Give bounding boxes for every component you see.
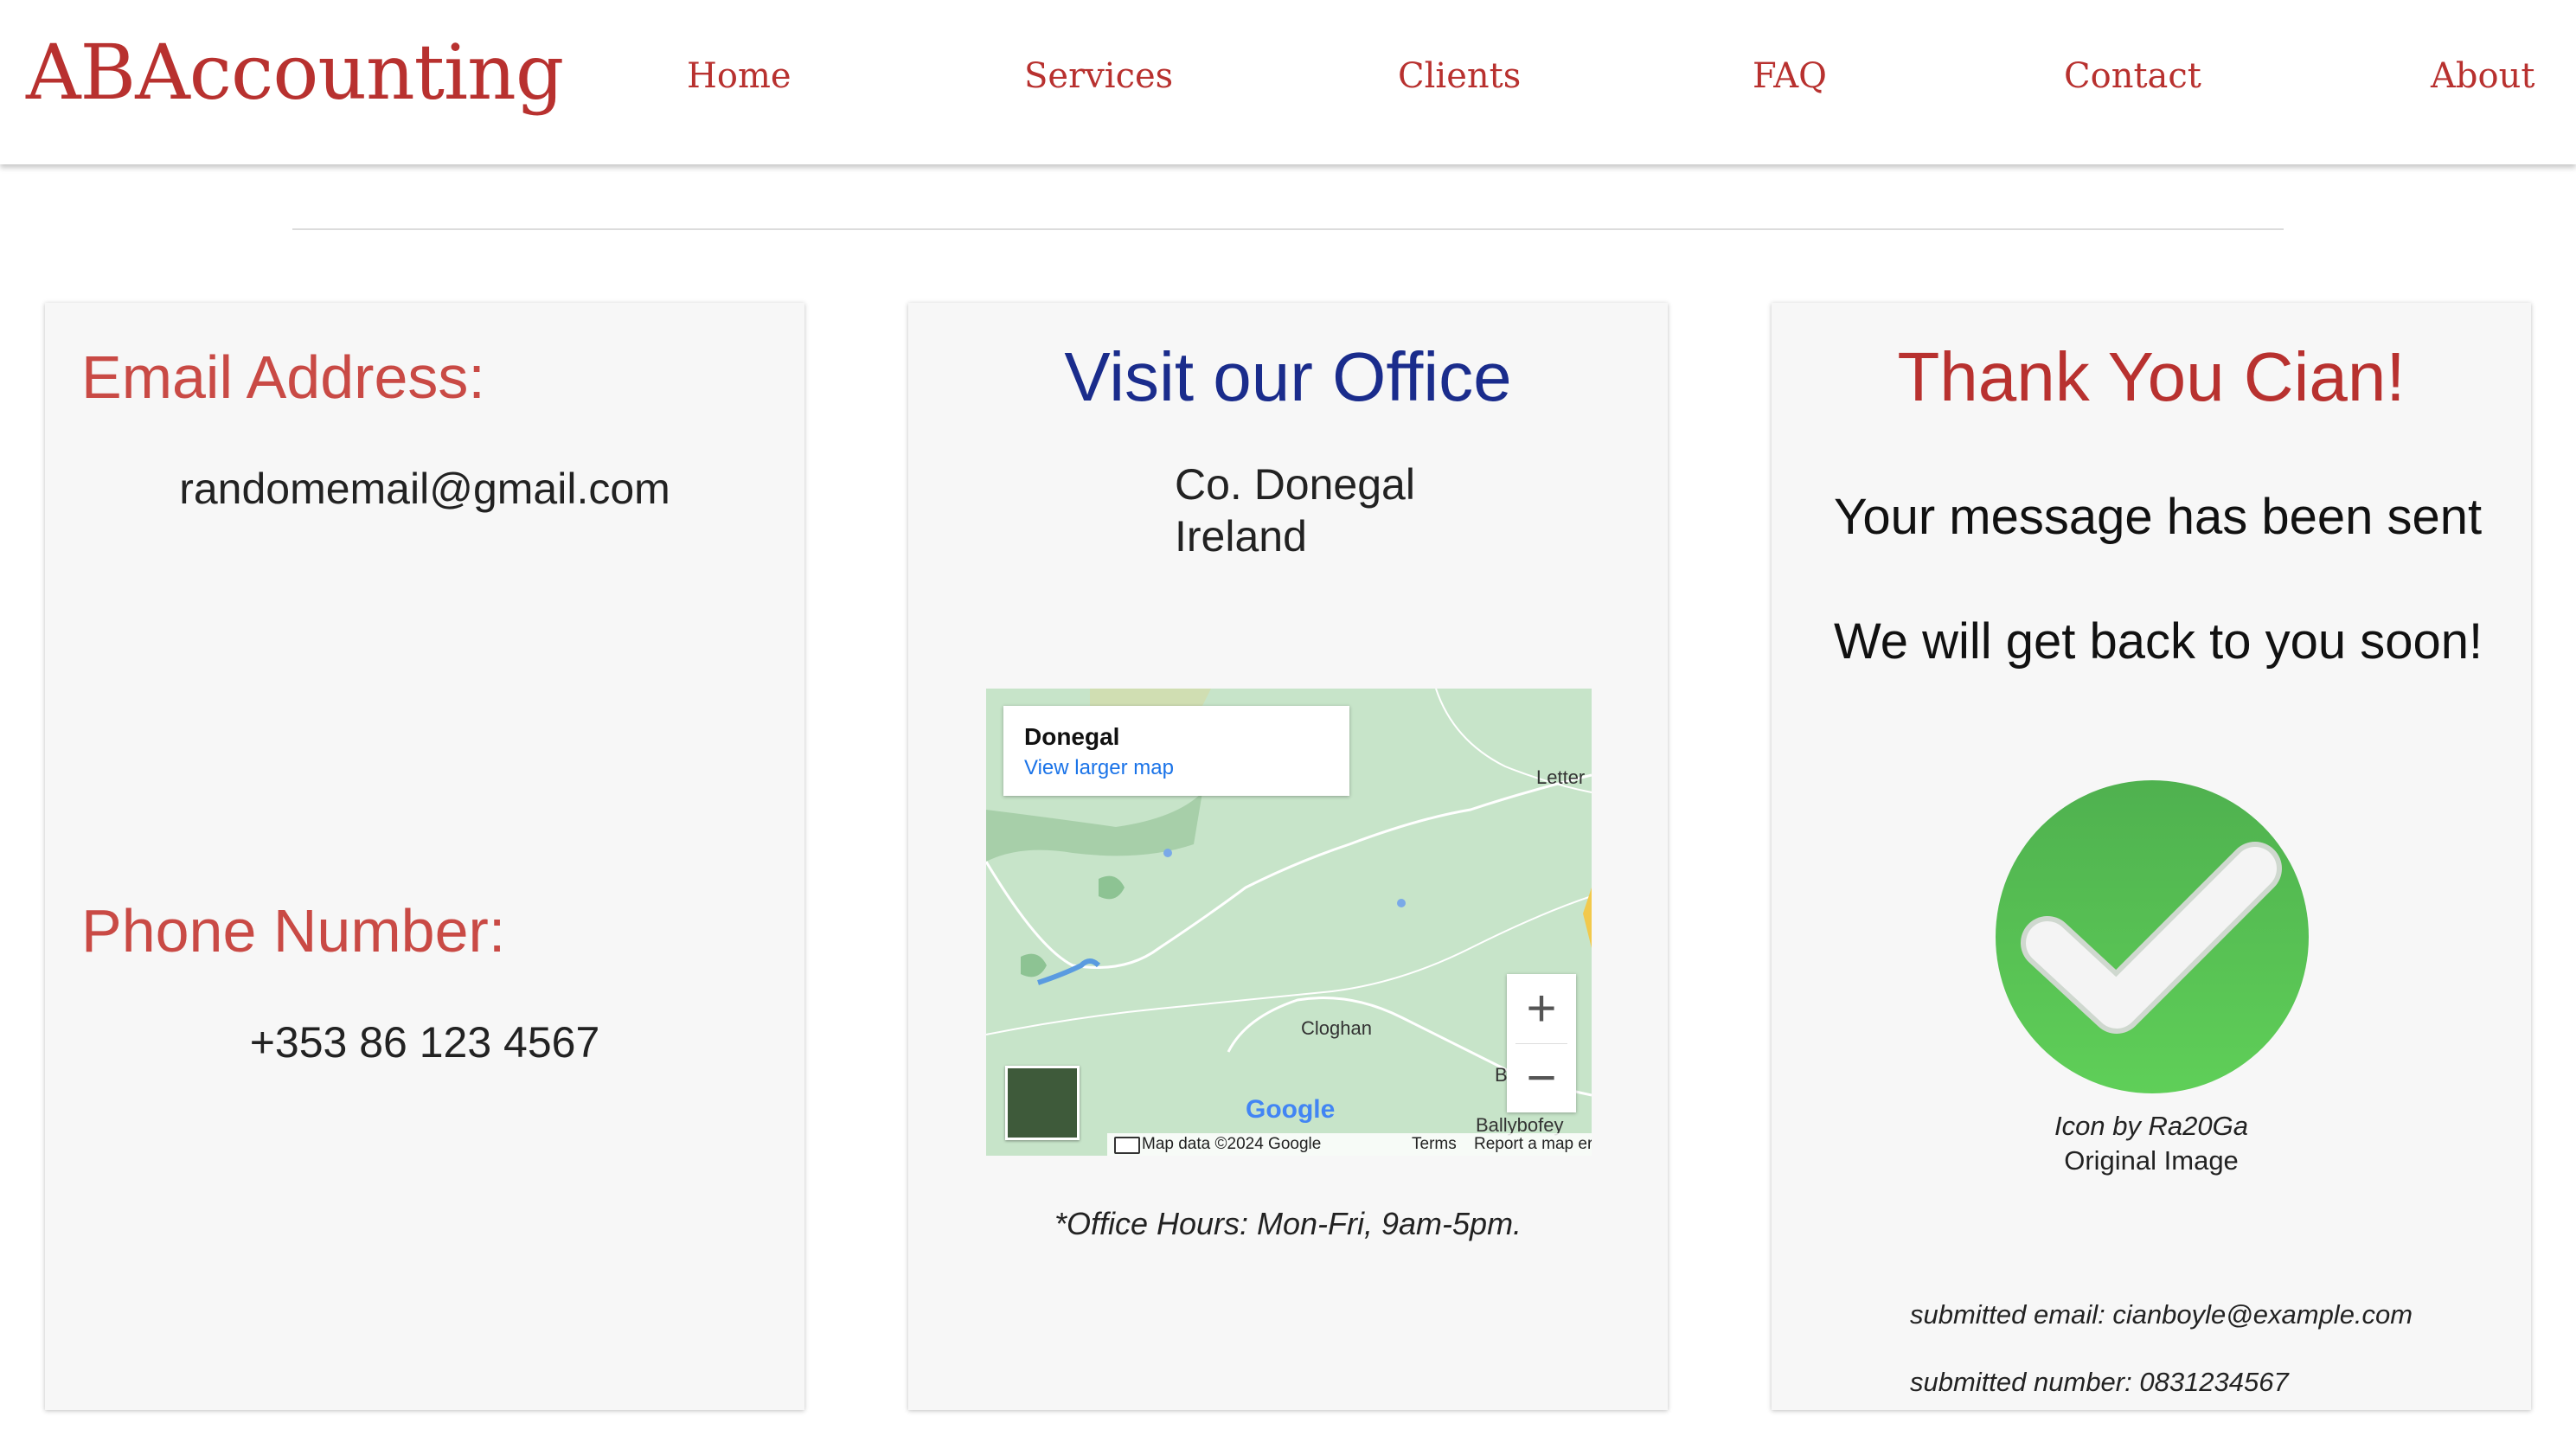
map-label-letter: Letter bbox=[1536, 766, 1586, 788]
zoom-in-button[interactable]: + bbox=[1507, 974, 1576, 1043]
office-hours: *Office Hours: Mon-Fri, 9am-5pm. bbox=[1054, 1206, 1522, 1241]
check-circle-icon bbox=[1996, 780, 2309, 1093]
email-label: Email Address: bbox=[81, 343, 485, 411]
map-footer: Map data ©2024 Google Terms Report a map… bbox=[1107, 1133, 1592, 1156]
embedded-map[interactable]: Donegal View larger map Letter Cloghan B… bbox=[986, 689, 1592, 1156]
office-title: Visit our Office bbox=[1064, 338, 1512, 415]
map-label-b: B bbox=[1495, 1064, 1508, 1086]
map-data-credit: Map data ©2024 Google bbox=[1142, 1135, 1322, 1153]
phone-value: +353 86 123 4567 bbox=[249, 1018, 600, 1067]
phone-label: Phone Number: bbox=[81, 897, 506, 965]
map-terms-link[interactable]: Terms bbox=[1412, 1135, 1457, 1154]
map-info-window: Donegal View larger map bbox=[1003, 706, 1349, 796]
nav-home[interactable]: Home bbox=[687, 56, 791, 96]
zoom-out-button[interactable]: − bbox=[1507, 1043, 1576, 1112]
reply-soon-text: We will get back to you soon! bbox=[1834, 613, 2483, 670]
map-zoom-controls: + − bbox=[1507, 974, 1576, 1112]
view-larger-map-link[interactable]: View larger map bbox=[1024, 756, 1174, 780]
icon-credit: Icon by Ra20Ga bbox=[2054, 1111, 2249, 1141]
site-header: ABAccounting Home Services Clients FAQ C… bbox=[0, 0, 2576, 164]
google-logo: Google bbox=[1246, 1095, 1335, 1125]
confirmation-card: Thank You Cian! Your message has been se… bbox=[1772, 303, 2531, 1410]
nav-clients[interactable]: Clients bbox=[1398, 56, 1521, 96]
address-line-1: Co. Donegal bbox=[1175, 460, 1415, 509]
report-map-error-link[interactable]: Report a map error bbox=[1474, 1135, 1592, 1154]
map-label-cloghan: Cloghan bbox=[1301, 1017, 1372, 1039]
nav-faq[interactable]: FAQ bbox=[1753, 56, 1827, 96]
submitted-email: submitted email: cianboyle@example.com bbox=[1910, 1299, 2413, 1330]
thank-you-title: Thank You Cian! bbox=[1897, 338, 2406, 415]
address-line-2: Ireland bbox=[1175, 512, 1307, 561]
submitted-number: submitted number: 0831234567 bbox=[1910, 1367, 2289, 1397]
map-place-name: Donegal bbox=[1024, 723, 1120, 750]
nav-about[interactable]: About bbox=[2431, 56, 2534, 96]
nav-contact[interactable]: Contact bbox=[2064, 56, 2201, 96]
section-divider bbox=[292, 228, 2284, 230]
original-image-link[interactable]: Original Image bbox=[1772, 1145, 2531, 1176]
office-card: Visit our Office Co. Donegal Ireland Don… bbox=[908, 303, 1668, 1410]
nav-services[interactable]: Services bbox=[1024, 56, 1173, 96]
keyboard-icon[interactable] bbox=[1114, 1137, 1140, 1154]
site-logo[interactable]: ABAccounting bbox=[26, 28, 564, 117]
email-value: randomemail@gmail.com bbox=[179, 465, 670, 513]
google-logo-text: Google bbox=[1246, 1095, 1336, 1124]
office-address: Co. Donegal Ireland bbox=[1175, 458, 1415, 562]
satellite-toggle-button[interactable] bbox=[1005, 1066, 1080, 1140]
message-sent-text: Your message has been sent bbox=[1834, 489, 2483, 545]
contact-details-card: Email Address: randomemail@gmail.com Pho… bbox=[45, 303, 804, 1410]
